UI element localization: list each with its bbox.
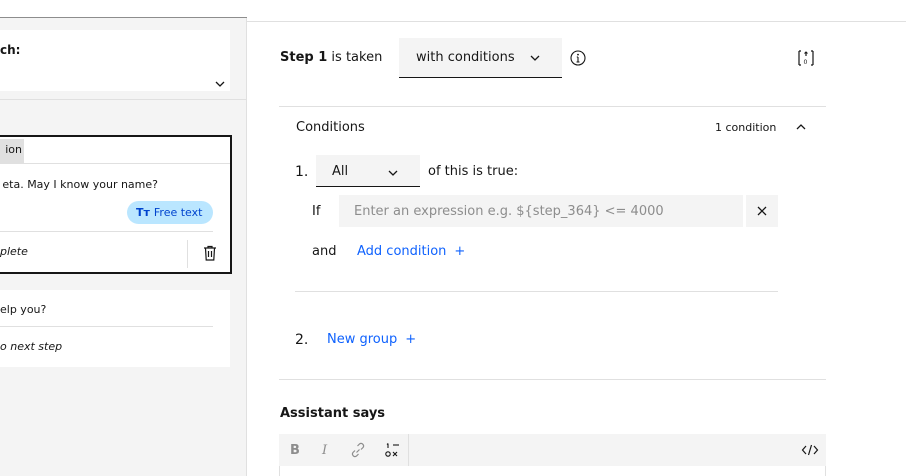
conditions-count: 1 condition	[715, 121, 777, 134]
step-action: o next step	[0, 340, 63, 353]
condition-mode-dropdown[interactable]: with conditions	[399, 38, 562, 78]
add-condition-label: Add condition	[357, 244, 447, 259]
numbered-list-icon[interactable]	[385, 442, 401, 458]
top-input-underline	[0, 17, 247, 18]
chevron-down-icon	[388, 170, 398, 176]
link-icon[interactable]	[349, 442, 367, 458]
section-divider	[279, 379, 826, 380]
section-divider	[279, 106, 826, 107]
step-name: Step 1	[280, 50, 328, 65]
step-tag-label: ion	[5, 143, 22, 156]
italic-button[interactable]: I	[322, 443, 327, 458]
group-suffix: of this is true:	[428, 164, 519, 179]
divider	[0, 231, 213, 232]
info-icon[interactable]	[570, 50, 586, 66]
group-divider	[295, 291, 778, 292]
chevron-down-icon[interactable]	[214, 78, 226, 90]
match-type-value: All	[332, 164, 349, 179]
condition-mode-value: with conditions	[416, 50, 515, 65]
svg-text:0: 0	[804, 59, 808, 66]
step-question: elp you?	[0, 303, 47, 316]
match-label: ch:	[0, 43, 21, 57]
text-type-icon: Tт	[136, 206, 150, 219]
divider	[0, 163, 230, 164]
add-condition-button[interactable]: Add condition +	[357, 244, 465, 259]
trash-icon[interactable]	[203, 245, 217, 261]
steps-panel: ch: ion eta. May I know your name? Tт Fre…	[0, 0, 247, 476]
assistant-says-title: Assistant says	[280, 406, 386, 421]
step-action: plete	[0, 245, 28, 258]
panel-divider	[0, 99, 247, 100]
step-card-selected[interactable]: ion eta. May I know your name? Tт Free te…	[0, 135, 232, 274]
header-divider	[247, 21, 906, 22]
top-strip	[0, 0, 247, 17]
and-label: and	[312, 244, 337, 259]
divider	[0, 326, 213, 327]
match-type-dropdown[interactable]: All	[316, 155, 420, 187]
step-tag: ion	[0, 137, 24, 163]
expression-input[interactable]	[339, 195, 743, 227]
plus-icon: +	[454, 244, 466, 259]
remove-condition-button[interactable]	[746, 195, 778, 227]
conditions-title: Conditions	[296, 120, 365, 135]
new-group-button[interactable]: New group +	[327, 332, 416, 347]
new-group-label: New group	[327, 332, 398, 347]
sort-order-icon[interactable]: 0	[797, 49, 815, 67]
editor-toolbar: B I	[279, 434, 826, 466]
response-type-label: Free text	[153, 206, 203, 219]
chevron-up-icon[interactable]	[795, 121, 807, 133]
step-taken-label: Step 1 is taken	[280, 50, 382, 65]
chevron-down-icon	[530, 55, 540, 61]
divider	[187, 240, 188, 268]
group-number: 1.	[295, 164, 309, 180]
bold-button[interactable]: B	[290, 443, 300, 458]
close-icon	[757, 206, 767, 216]
response-type-chip[interactable]: Tт Free text	[127, 201, 213, 224]
step-message: eta. May I know your name?	[2, 178, 158, 191]
divider	[408, 434, 409, 466]
match-card[interactable]: ch:	[0, 30, 230, 91]
step-suffix: is taken	[331, 50, 383, 65]
code-view-icon[interactable]	[801, 443, 819, 457]
group-number: 2.	[295, 332, 309, 348]
plus-icon: +	[405, 332, 417, 347]
step-card[interactable]: elp you? o next step	[0, 290, 230, 367]
if-label: If	[312, 204, 321, 219]
editor-body[interactable]	[279, 466, 826, 476]
